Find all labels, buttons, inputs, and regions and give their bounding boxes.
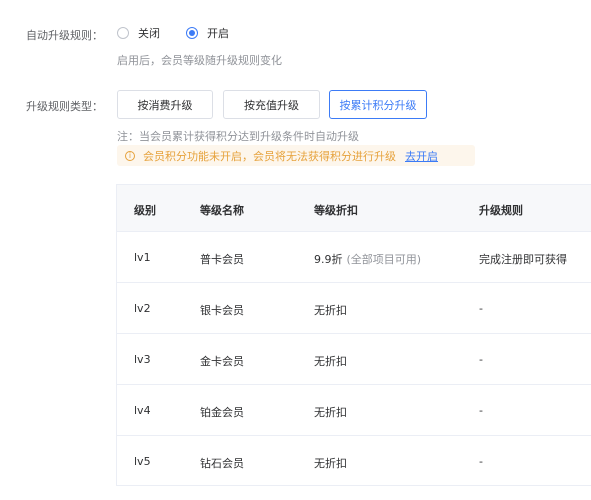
header-upgrade-rule: 升级规则 bbox=[479, 204, 523, 217]
radio-off[interactable]: 关闭 bbox=[117, 25, 160, 41]
upgrade-type-note: 注：当会员累计获得积分达到升级条件时自动升级 bbox=[117, 130, 359, 143]
row-upgrade-rule: - bbox=[479, 455, 483, 468]
row-level: lv2 bbox=[134, 302, 151, 315]
enable-points-link[interactable]: 去开启 bbox=[405, 148, 438, 164]
row-level-name: 铂金会员 bbox=[200, 406, 244, 419]
upgrade-by-points-button[interactable]: 按累计积分升级 bbox=[329, 90, 427, 119]
table-row: lv4 铂金会员 无折扣 - bbox=[117, 385, 591, 436]
info-icon: i bbox=[125, 150, 135, 161]
header-discount: 等级折扣 bbox=[314, 204, 358, 217]
auto-upgrade-radio-group: 关闭 开启 bbox=[117, 24, 255, 42]
table-row: lv2 银卡会员 无折扣 - bbox=[117, 283, 591, 334]
row-level: lv5 bbox=[134, 455, 151, 468]
row-upgrade-rule: 完成注册即可获得 bbox=[479, 253, 567, 266]
auto-upgrade-label: 自动升级规则： bbox=[26, 29, 103, 42]
row-level-name: 普卡会员 bbox=[200, 253, 244, 266]
radio-on-label[interactable]: 开启 bbox=[207, 25, 229, 41]
table-row: lv5 钻石会员 无折扣 - bbox=[117, 436, 591, 487]
row-discount: 无折扣 bbox=[314, 457, 347, 470]
radio-off-circle[interactable] bbox=[117, 27, 129, 39]
row-discount: 9.9折 (全部项目可用) bbox=[314, 251, 421, 267]
table-row: lv3 金卡会员 无折扣 - bbox=[117, 334, 591, 385]
warning-text: 会员积分功能未开启，会员将无法获得积分进行升级 bbox=[143, 149, 396, 163]
row-level-name: 银卡会员 bbox=[200, 304, 244, 317]
row-discount: 无折扣 bbox=[314, 304, 347, 317]
row-discount-note: (全部项目可用) bbox=[346, 253, 422, 266]
row-level: lv3 bbox=[134, 353, 151, 366]
upgrade-by-recharge-button[interactable]: 按充值升级 bbox=[223, 90, 320, 119]
row-level: lv1 bbox=[134, 251, 151, 264]
radio-on-circle[interactable] bbox=[186, 27, 198, 39]
row-discount-value: 9.9折 bbox=[314, 253, 343, 266]
row-upgrade-rule: - bbox=[479, 353, 483, 366]
header-level-name: 等级名称 bbox=[200, 204, 244, 217]
row-level-name: 金卡会员 bbox=[200, 355, 244, 368]
row-discount: 无折扣 bbox=[314, 406, 347, 419]
table-row: lv1 普卡会员 9.9折 (全部项目可用) 完成注册即可获得 bbox=[117, 232, 591, 283]
header-level: 级别 bbox=[134, 204, 156, 217]
upgrade-by-consumption-button[interactable]: 按消费升级 bbox=[117, 90, 213, 119]
points-disabled-warning: i 会员积分功能未开启，会员将无法获得积分进行升级 去开启 bbox=[117, 145, 475, 166]
auto-upgrade-hint: 启用后，会员等级随升级规则变化 bbox=[117, 54, 282, 67]
row-upgrade-rule: - bbox=[479, 404, 483, 417]
table-header: 级别 等级名称 等级折扣 升级规则 bbox=[117, 185, 591, 232]
radio-off-label[interactable]: 关闭 bbox=[138, 25, 160, 41]
row-discount: 无折扣 bbox=[314, 355, 347, 368]
row-upgrade-rule: - bbox=[479, 302, 483, 315]
upgrade-type-label: 升级规则类型： bbox=[26, 100, 103, 113]
member-level-table: 级别 等级名称 等级折扣 升级规则 lv1 普卡会员 9.9折 (全部项目可用) … bbox=[116, 184, 591, 486]
row-level-name: 钻石会员 bbox=[200, 457, 244, 470]
radio-on[interactable]: 开启 bbox=[186, 25, 229, 41]
row-level: lv4 bbox=[134, 404, 151, 417]
